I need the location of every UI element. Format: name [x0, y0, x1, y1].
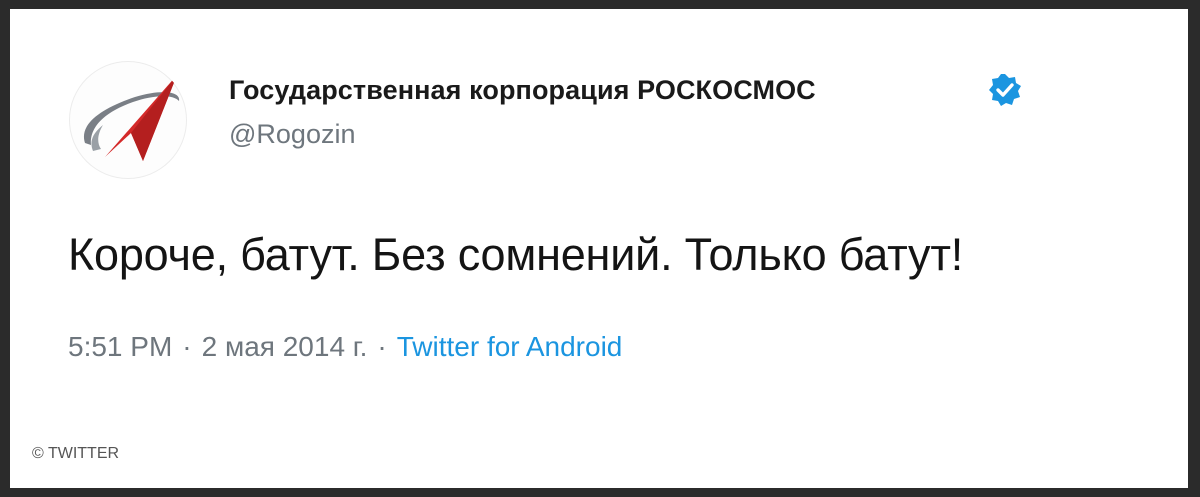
verified-badge — [987, 72, 1023, 108]
profile-avatar[interactable] — [69, 61, 187, 179]
tweet-meta: 5:51 PM · 2 мая 2014 г. · Twitter for Androi… — [68, 331, 622, 363]
meta-separator: · — [377, 331, 387, 362]
verified-badge-icon — [989, 74, 1021, 106]
account-display-name[interactable]: Государственная корпорация РОСКОСМОС — [229, 75, 816, 106]
tweet-card: Государственная корпорация РОСКОСМОС @Ro… — [10, 9, 1188, 488]
tweet-source-link[interactable]: Twitter for Android — [397, 331, 623, 362]
account-handle[interactable]: @Rogozin — [229, 119, 355, 150]
meta-separator: · — [182, 331, 192, 362]
tweet-date[interactable]: 2 мая 2014 г. — [202, 331, 368, 362]
roscosmos-logo-icon — [83, 75, 180, 161]
tweet-text: Короче, батут. Без сомнений. Только бату… — [68, 229, 964, 280]
tweet-time[interactable]: 5:51 PM — [68, 331, 172, 362]
image-credit: © TWITTER — [32, 445, 120, 462]
